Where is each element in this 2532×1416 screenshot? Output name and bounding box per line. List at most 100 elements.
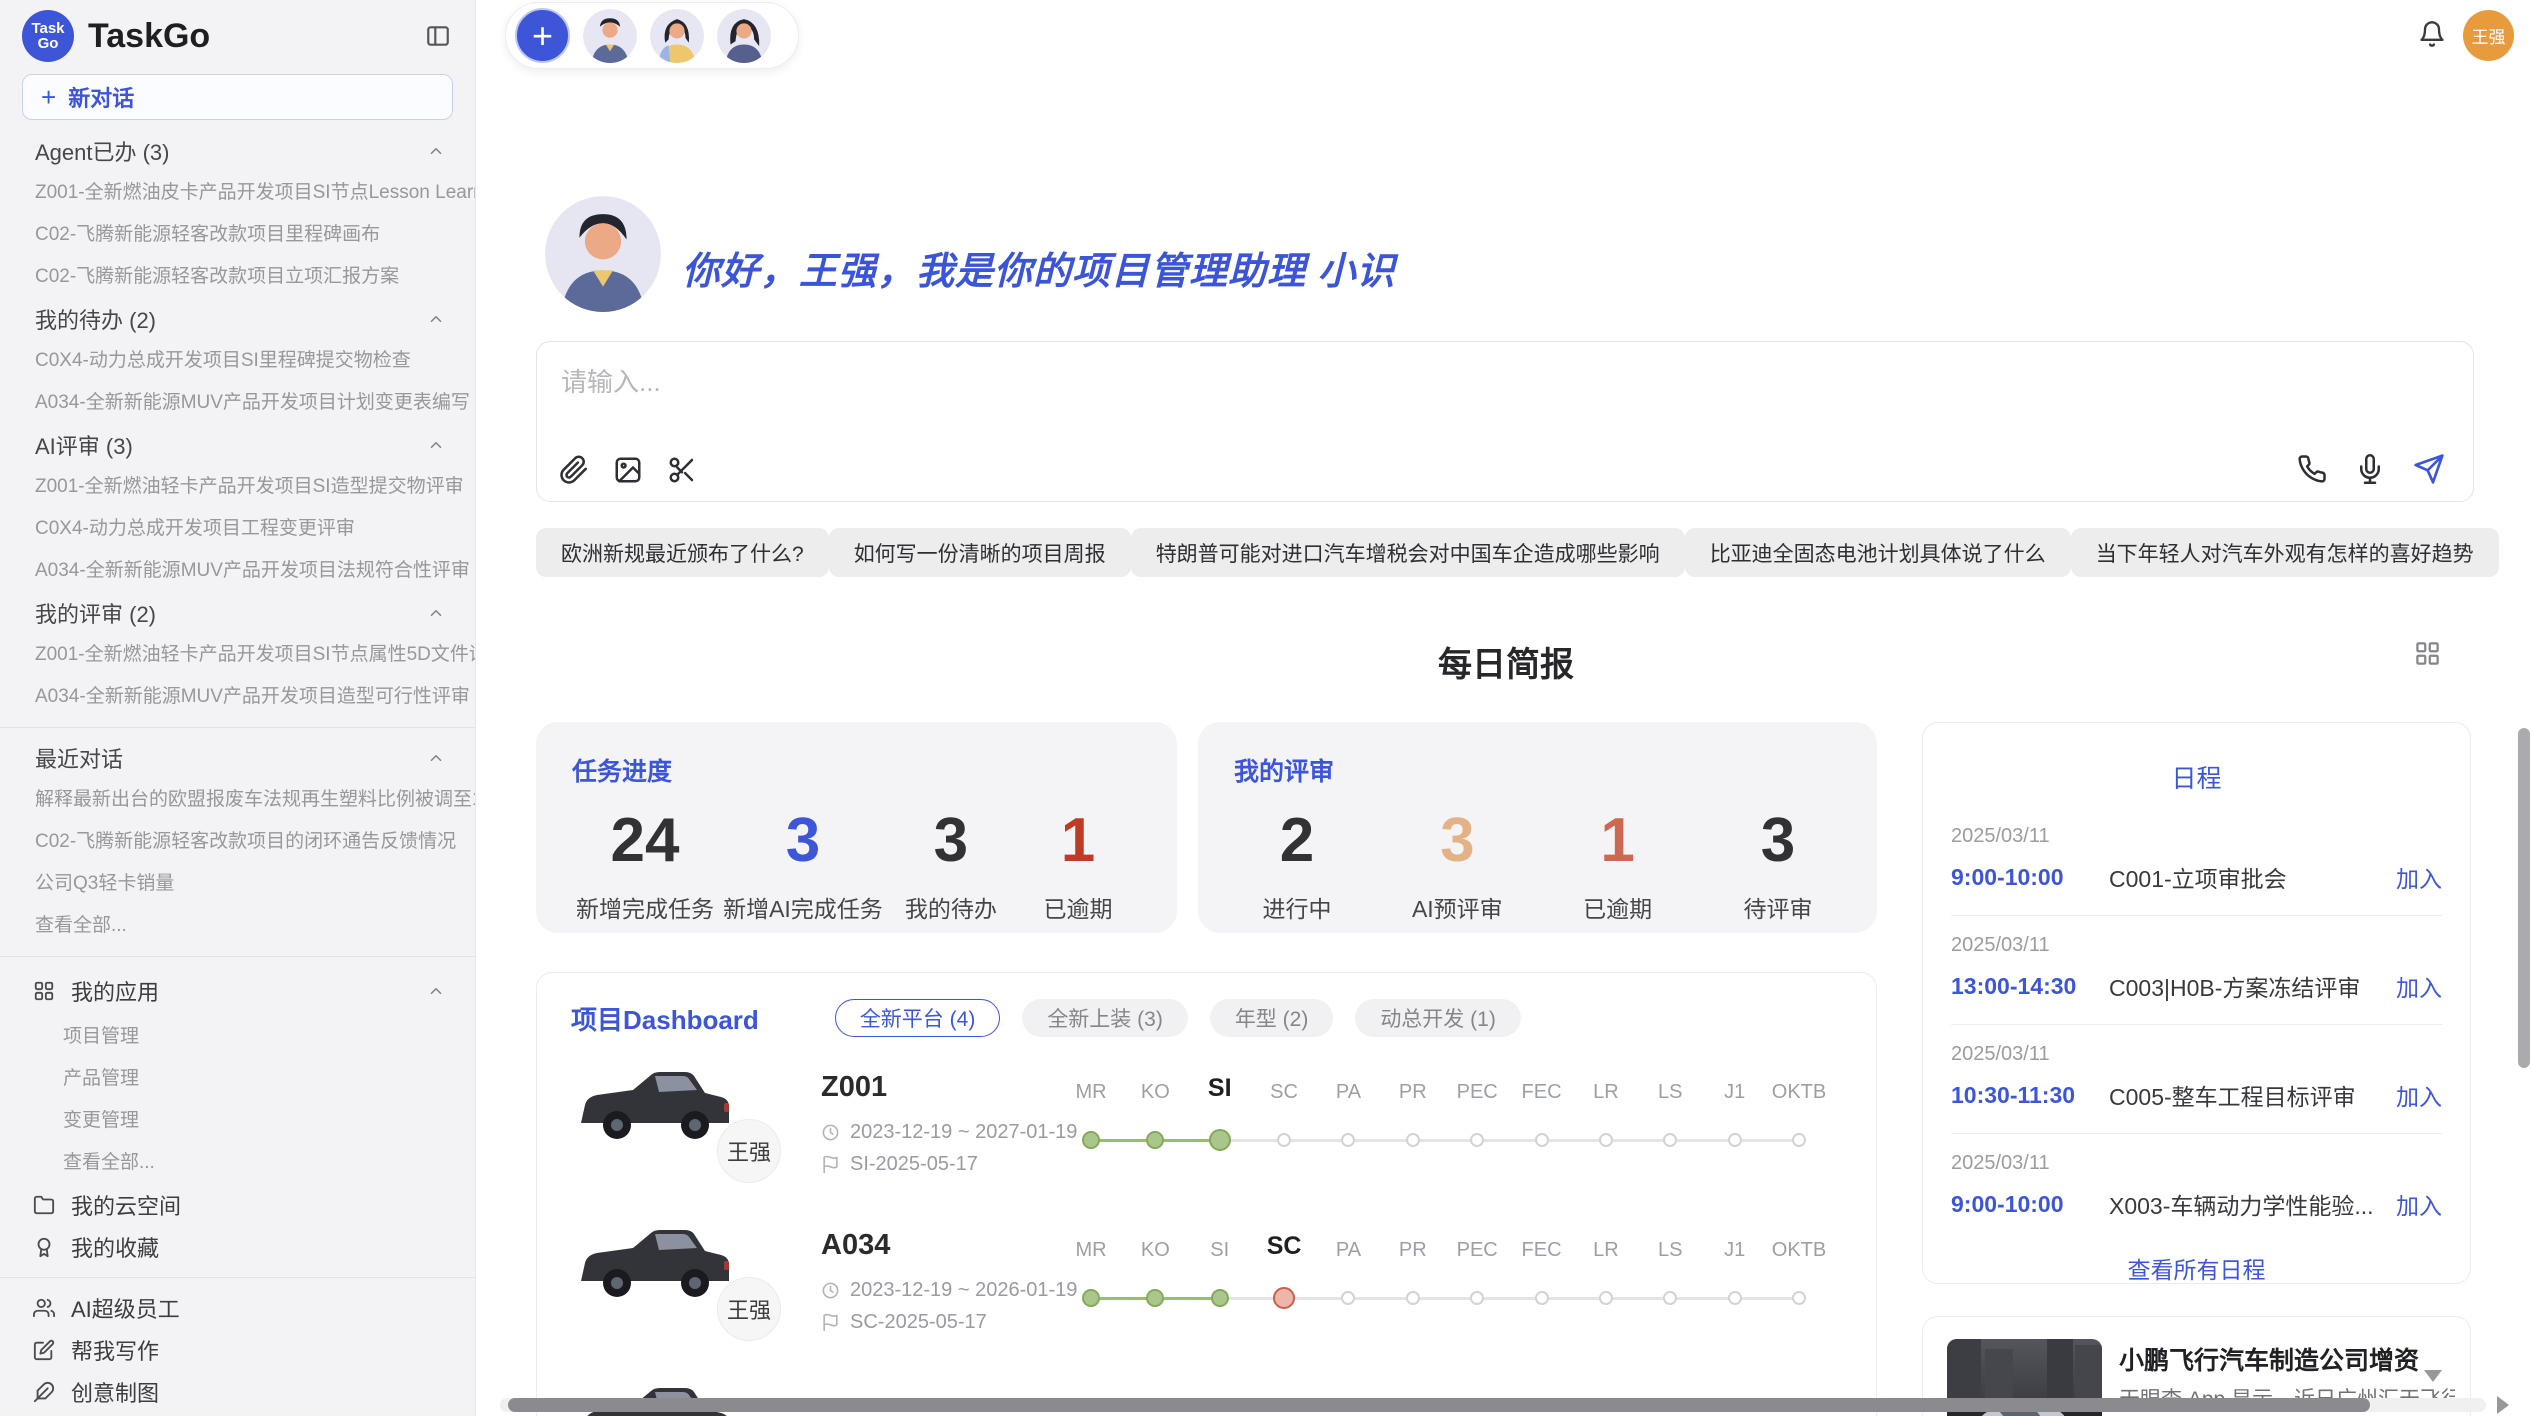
milestone-dot xyxy=(1082,1131,1100,1149)
project-row[interactable]: 王强 Z001 2023-12-19 ~ 2027-01-19 SI-2025-… xyxy=(537,1045,1876,1203)
suggestion-chip[interactable]: 特朗普可能对进口汽车增税会对中国车企造成哪些影响 xyxy=(1131,528,1685,577)
sidebar-task-item[interactable]: A034-全新新能源MUV产品开发项目造型可行性评审 xyxy=(0,676,475,718)
notification-bell-icon[interactable] xyxy=(2418,20,2446,53)
project-flag-row: SI-2025-05-17 xyxy=(821,1153,978,1176)
milestone-label: MR xyxy=(1075,1081,1106,1104)
sidebar-task-item[interactable]: Z001-全新燃油皮卡产品开发项目SI节点Lesson Learn报告 xyxy=(0,172,475,214)
add-member-button[interactable]: + xyxy=(515,8,570,63)
project-dates: 2023-12-19 ~ 2026-01-19 xyxy=(850,1279,1077,1302)
chat-input[interactable] xyxy=(559,358,1959,406)
help-write-label: 帮我写作 xyxy=(71,1334,159,1366)
event-join-link[interactable]: 加入 xyxy=(2396,969,2442,1003)
vertical-scrollbar-thumb[interactable] xyxy=(2518,728,2530,1068)
view-all-schedule-link[interactable]: 查看所有日程 xyxy=(1951,1251,2442,1285)
teammate-avatar[interactable] xyxy=(583,9,637,63)
app-item[interactable]: 查看全部... xyxy=(0,1142,475,1184)
app-item[interactable]: 变更管理 xyxy=(0,1100,475,1142)
event-date: 2025/03/11 xyxy=(1951,1043,2442,1066)
sidebar-task-item[interactable]: C0X4-动力总成开发项目工程变更评审 xyxy=(0,508,475,550)
milestone-label: FEC xyxy=(1522,1239,1562,1262)
phone-icon[interactable] xyxy=(2297,454,2327,484)
event-join-link[interactable]: 加入 xyxy=(2396,1187,2442,1221)
sidebar-task-item[interactable]: A034-全新新能源MUV产品开发项目计划变更表编写 xyxy=(0,382,475,424)
sidebar-header: Task Go TaskGo xyxy=(0,0,475,66)
horizontal-scrollbar-thumb[interactable] xyxy=(508,1398,2370,1412)
sidebar-section-recent[interactable]: 最近对话 xyxy=(0,737,475,779)
dashboard-tab[interactable]: 全新上装 (3) xyxy=(1022,999,1188,1037)
schedule-event: 2025/03/1113:00-14:30C003|H0B-方案冻结评审加入 xyxy=(1951,934,2442,1003)
user-avatar[interactable]: 王强 xyxy=(2463,10,2514,61)
divider xyxy=(0,1277,475,1278)
milestone-track: MRKOSISCPAPRPECFECLRLSJ1OKTB xyxy=(1059,1045,1831,1203)
sidebar-task-item[interactable]: Z001-全新燃油轻卡产品开发项目SI节点属性5D文件评审 xyxy=(0,634,475,676)
project-rows: 王强 Z001 2023-12-19 ~ 2027-01-19 SI-2025-… xyxy=(537,1045,1876,1361)
scroll-right-arrow[interactable] xyxy=(2497,1396,2509,1414)
sidebar-item-cloud-space[interactable]: 我的云空间 xyxy=(0,1184,475,1226)
suggestion-chip[interactable]: 如何写一份清晰的项目周报 xyxy=(829,528,1131,577)
event-title: C005-整车工程目标评审 xyxy=(2109,1078,2396,1112)
sidebar-collapse-icon[interactable] xyxy=(425,23,451,49)
milestone-dot xyxy=(1792,1133,1806,1147)
horizontal-scrollbar[interactable] xyxy=(500,1398,2486,1412)
recent-conversation-item[interactable]: 解释最新出台的欧盟报废车法规再生塑料比例被调至15%... xyxy=(0,779,475,821)
event-join-link[interactable]: 加入 xyxy=(2396,1078,2442,1112)
milestone-dot xyxy=(1535,1291,1549,1305)
app-window: Task Go TaskGo + 新对话 Agent已办 (3)Z001-全新燃… xyxy=(0,0,2532,1416)
milestone-dot xyxy=(1341,1133,1355,1147)
stat-value: 3 xyxy=(892,810,1010,872)
recent-conversation-item[interactable]: C02-飞腾新能源轻客改款项目的闭环通告反馈情况 xyxy=(0,821,475,863)
sidebar-item-help-write[interactable]: 帮我写作 xyxy=(0,1329,475,1371)
suggestion-chip[interactable]: 欧洲新规最近颁布了什么? xyxy=(536,528,829,577)
sidebar-section-header[interactable]: 我的评审 (2) xyxy=(0,592,475,634)
sidebar-item-ai-employee[interactable]: AI超级员工 xyxy=(0,1287,475,1329)
scissors-icon[interactable] xyxy=(667,455,697,485)
event-date: 2025/03/11 xyxy=(1951,825,2442,848)
recent-conversation-item[interactable]: 查看全部... xyxy=(0,905,475,947)
cloud-space-label: 我的云空间 xyxy=(71,1189,181,1221)
event-join-link[interactable]: 加入 xyxy=(2396,860,2442,894)
sidebar-task-item[interactable]: C02-飞腾新能源轻客改款项目立项汇报方案 xyxy=(0,256,475,298)
suggestion-chip[interactable]: 比亚迪全固态电池计划具体说了什么 xyxy=(1685,528,2071,577)
teammate-avatar[interactable] xyxy=(717,9,771,63)
project-dates: 2023-12-19 ~ 2027-01-19 xyxy=(850,1121,1077,1144)
sidebar-task-item[interactable]: A034-全新新能源MUV产品开发项目法规符合性评审 xyxy=(0,550,475,592)
suggestion-chip[interactable]: 当下年轻人对汽车外观有怎样的喜好趋势 xyxy=(2071,528,2499,577)
app-item[interactable]: 产品管理 xyxy=(0,1058,475,1100)
sidebar-task-item[interactable]: C02-飞腾新能源轻客改款项目里程碑画布 xyxy=(0,214,475,256)
milestone-dot xyxy=(1663,1133,1677,1147)
chevron-up-icon xyxy=(427,604,445,622)
dashboard-tab[interactable]: 年型 (2) xyxy=(1210,999,1334,1037)
teammate-avatar[interactable] xyxy=(650,9,704,63)
sidebar-item-my-apps[interactable]: 我的应用 xyxy=(0,966,475,1016)
milestone-label: LR xyxy=(1593,1081,1619,1104)
layout-grid-icon[interactable] xyxy=(2414,640,2441,672)
sidebar-section-header[interactable]: 我的待办 (2) xyxy=(0,298,475,340)
dashboard-tab[interactable]: 动总开发 (1) xyxy=(1355,999,1521,1037)
milestone-dot xyxy=(1406,1133,1420,1147)
paperclip-icon[interactable] xyxy=(559,455,589,485)
sidebar-item-favorites[interactable]: 我的收藏 xyxy=(0,1226,475,1268)
sidebar-task-item[interactable]: C0X4-动力总成开发项目SI里程碑提交物检查 xyxy=(0,340,475,382)
recent-conversation-item[interactable]: 公司Q3轻卡销量 xyxy=(0,863,475,905)
microphone-icon[interactable] xyxy=(2355,454,2385,484)
schedule-event: 2025/03/119:00-10:00X003-车辆动力学性能验...加入 xyxy=(1951,1152,2442,1221)
news-title: 小鹏飞行汽车制造公司增资 xyxy=(2119,1341,2419,1377)
sidebar-task-item[interactable]: Z001-全新燃油轻卡产品开发项目SI造型提交物评审 xyxy=(0,466,475,508)
dashboard-tab[interactable]: 全新平台 (4) xyxy=(835,999,1001,1037)
send-icon[interactable] xyxy=(2413,453,2445,485)
image-icon[interactable] xyxy=(613,455,643,485)
app-item[interactable]: 项目管理 xyxy=(0,1016,475,1058)
stat: 1已逾期 xyxy=(1019,810,1137,924)
apps-grid-icon xyxy=(33,980,55,1002)
milestone-label: FEC xyxy=(1522,1081,1562,1104)
project-row[interactable]: 王强 A034 2023-12-19 ~ 2026-01-19 SC-2025-… xyxy=(537,1203,1876,1361)
sidebar-section-header[interactable]: Agent已办 (3) xyxy=(0,130,475,172)
sidebar-section-header[interactable]: AI评审 (3) xyxy=(0,424,475,466)
project-flag: SI-2025-05-17 xyxy=(850,1153,978,1176)
scroll-down-arrow[interactable] xyxy=(2424,1370,2442,1382)
favorites-label: 我的收藏 xyxy=(71,1231,159,1263)
suggestion-chips: 欧洲新规最近颁布了什么?如何写一份清晰的项目周报特朗普可能对进口汽车增税会对中国… xyxy=(536,528,2476,577)
sidebar-item-creative-draw[interactable]: 创意制图 xyxy=(0,1371,475,1413)
new-chat-button[interactable]: + 新对话 xyxy=(22,74,453,120)
schedule-card: 日程 2025/03/119:00-10:00C001-立项审批会加入2025/… xyxy=(1922,722,2471,1284)
